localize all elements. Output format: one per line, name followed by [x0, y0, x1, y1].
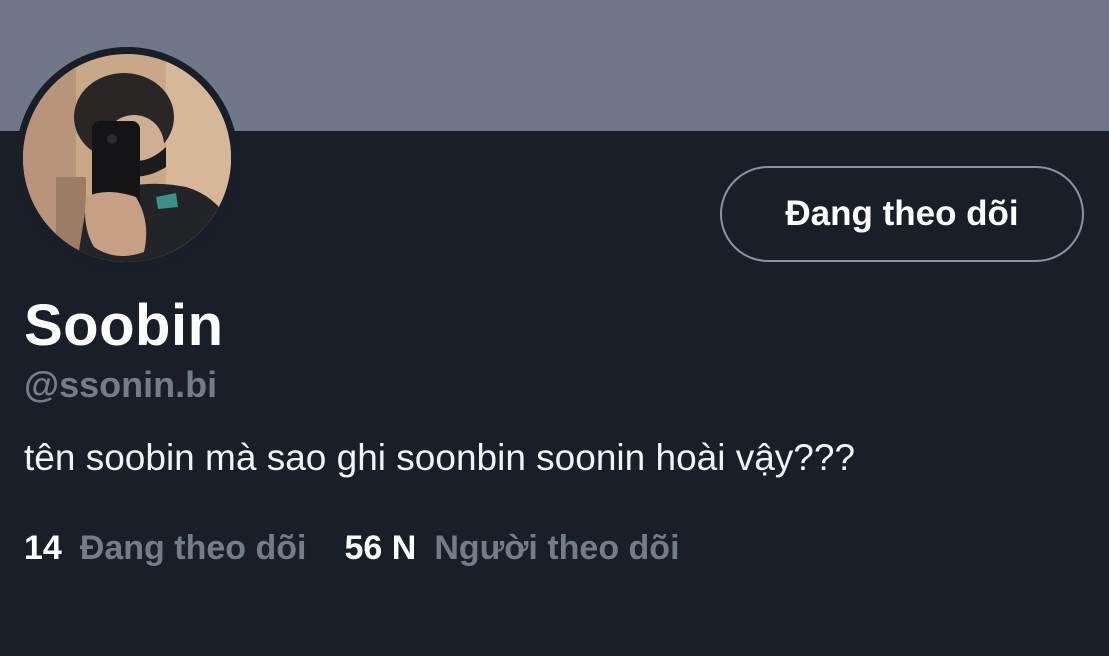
following-button[interactable]: Đang theo dõi — [720, 166, 1084, 262]
followers-stat-link[interactable]: 56 N Người theo dõi — [344, 529, 679, 568]
profile-bio: tên soobin mà sao ghi soonbin soonin hoà… — [24, 437, 856, 478]
username-handle: @ssonin.bi — [24, 364, 218, 405]
following-stat-link[interactable]: 14 Đang theo dõi — [24, 529, 306, 568]
follow-stats: 14 Đang theo dõi 56 N Người theo dõi — [24, 529, 718, 568]
followers-label: Người theo dõi — [434, 529, 680, 567]
display-name: Soobin — [24, 293, 224, 358]
following-count: 14 — [24, 529, 62, 567]
followers-count: 56 N — [344, 529, 417, 567]
avatar-photo-icon — [16, 47, 238, 269]
following-label: Đang theo dõi — [79, 529, 307, 567]
avatar[interactable] — [16, 47, 238, 269]
